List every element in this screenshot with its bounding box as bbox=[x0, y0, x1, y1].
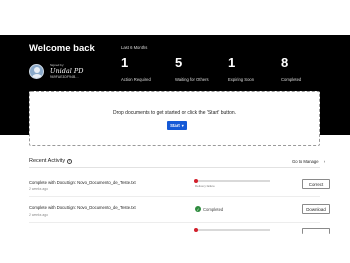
check-circle-icon: ✓ bbox=[195, 206, 201, 212]
go-to-manage-label: Go to Manage bbox=[292, 159, 319, 164]
stat-value: 5 bbox=[175, 55, 183, 70]
info-icon[interactable]: i bbox=[67, 158, 73, 164]
stat-value: 8 bbox=[281, 55, 289, 70]
status-label: Completed bbox=[203, 206, 224, 212]
signature-name: Unidal PD bbox=[50, 67, 84, 76]
recent-activity-heading: Recent Activity i bbox=[29, 158, 73, 164]
signature-code: 969FAE3DF94B... bbox=[50, 74, 79, 79]
activity-row-title[interactable]: Complete with DocuSign: Novo_Documento_d… bbox=[29, 205, 136, 210]
stat-label: Action Required bbox=[121, 77, 151, 82]
stat-value: 1 bbox=[228, 55, 236, 70]
stat-expiring-soon[interactable]: 1 Expiring Soon bbox=[228, 56, 254, 82]
status-progress-bar bbox=[194, 179, 270, 183]
welcome-title: Welcome back bbox=[29, 43, 95, 54]
dropzone-text: Drop documents to get started or click t… bbox=[112, 110, 237, 116]
activity-row-title[interactable]: Complete with DocuSign: Novo_Documento_d… bbox=[29, 180, 136, 185]
stat-action-required[interactable]: 1 Action Required bbox=[121, 56, 151, 82]
correct-button[interactable]: Correct bbox=[302, 179, 330, 189]
divider bbox=[29, 167, 320, 168]
error-indicator bbox=[194, 179, 198, 183]
activity-row-time: 2 weeks ago bbox=[29, 187, 49, 191]
stat-label: Completed bbox=[281, 77, 302, 82]
row-separator bbox=[29, 196, 320, 197]
status-progress-bar bbox=[194, 228, 270, 232]
error-indicator bbox=[194, 228, 198, 232]
status-completed: ✓ Completed bbox=[195, 206, 223, 212]
stat-label: Waiting for Others bbox=[175, 77, 209, 82]
stat-completed[interactable]: 8 Completed bbox=[281, 56, 301, 82]
avatar[interactable] bbox=[29, 64, 44, 79]
stat-label: Expiring Soon bbox=[228, 77, 255, 82]
stat-value: 1 bbox=[121, 55, 129, 70]
row-separator bbox=[29, 222, 320, 223]
activity-row-time: 2 weeks ago bbox=[29, 213, 49, 217]
status-label: Delivery failure bbox=[195, 184, 215, 188]
row-action-button-partial[interactable] bbox=[302, 228, 330, 234]
download-button[interactable]: Download bbox=[302, 204, 330, 214]
chevron-right-icon: › bbox=[323, 159, 326, 164]
signature-text: Signed by: Unidal PD 969FAE3DF94B... bbox=[50, 64, 84, 79]
start-button[interactable]: Start ▾ bbox=[167, 121, 187, 130]
start-button-label: Start bbox=[170, 123, 180, 128]
stat-waiting-for-others[interactable]: 5 Waiting for Others bbox=[175, 56, 209, 82]
period-label: Last 6 Months bbox=[121, 45, 148, 50]
go-to-manage-link[interactable]: Go to Manage › bbox=[292, 159, 325, 164]
signature-block: Signed by: Unidal PD 969FAE3DF94B... bbox=[29, 64, 84, 79]
upload-dropzone[interactable]: Drop documents to get started or click t… bbox=[29, 91, 320, 146]
recent-activity-title: Recent Activity bbox=[29, 158, 66, 164]
chevron-down-icon: ▾ bbox=[181, 123, 184, 128]
